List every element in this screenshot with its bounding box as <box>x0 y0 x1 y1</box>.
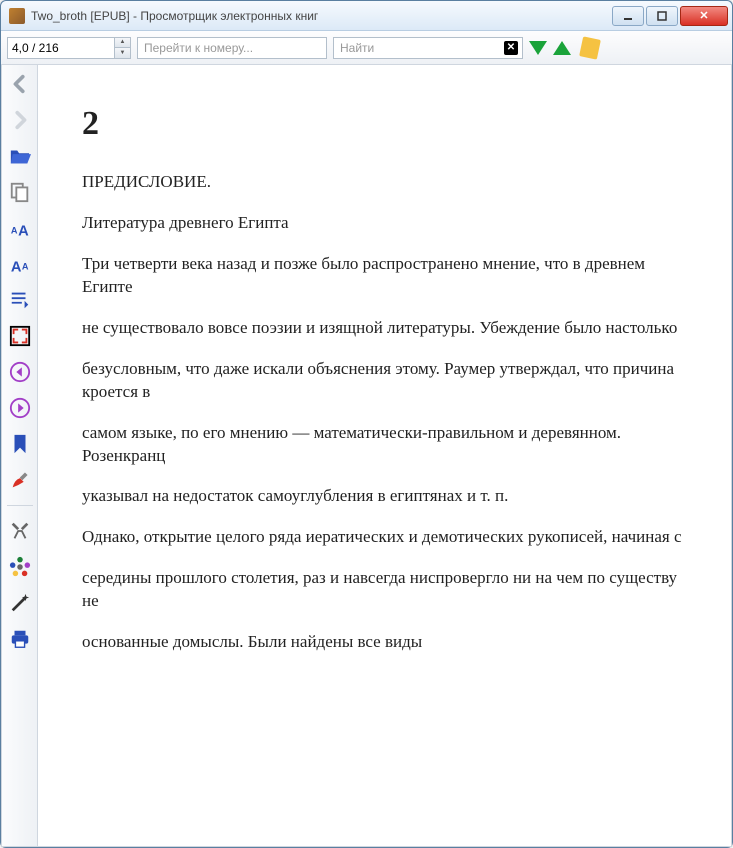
print-button[interactable] <box>7 626 33 652</box>
app-window: Two_broth [EPUB] - Просмотрщик электронн… <box>0 0 733 848</box>
search-prev-icon[interactable] <box>553 41 571 55</box>
svg-text:A: A <box>18 223 29 239</box>
search-next-icon[interactable] <box>529 41 547 55</box>
titlebar[interactable]: Two_broth [EPUB] - Просмотрщик электронн… <box>1 1 732 31</box>
paragraph: Однако, открытие целого ряда иератически… <box>82 526 687 549</box>
page-spin-down[interactable]: ▼ <box>114 48 130 58</box>
paragraph: середины прошлого столетия, раз и навсег… <box>82 567 687 613</box>
fullscreen-button[interactable] <box>7 323 33 349</box>
svg-text:A: A <box>10 226 17 236</box>
open-file-button[interactable] <box>7 143 33 169</box>
plugins-button[interactable] <box>7 554 33 580</box>
back-button[interactable] <box>7 71 33 97</box>
side-toolbar: AA AA <box>2 65 38 846</box>
divider <box>7 505 33 506</box>
flow-mode-button[interactable] <box>7 287 33 313</box>
paragraph: Три четверти века назад и позже было рас… <box>82 253 687 299</box>
top-toolbar: 4,0 / 216 ▲ ▼ Перейти к номеру... Найти … <box>1 31 732 65</box>
page-position-input[interactable]: 4,0 / 216 ▲ ▼ <box>7 37 131 59</box>
bookmark-button[interactable] <box>7 431 33 457</box>
window-title: Two_broth [EPUB] - Просмотрщик электронн… <box>31 9 612 23</box>
close-button[interactable]: ✕ <box>680 6 728 26</box>
font-increase-button[interactable]: AA <box>7 215 33 241</box>
page-content[interactable]: 2 ПРЕДИСЛОВИЕ. Литература древнего Египт… <box>38 65 731 846</box>
next-section-button[interactable] <box>7 395 33 421</box>
tools-button[interactable] <box>7 518 33 544</box>
chapter-number: 2 <box>82 105 687 143</box>
app-icon <box>9 8 25 24</box>
paragraph: Литература древнего Египта <box>82 212 687 235</box>
paragraph: ПРЕДИСЛОВИЕ. <box>82 171 687 194</box>
paragraph: самом языке, по его мнению — математичес… <box>82 422 687 468</box>
goto-input[interactable]: Перейти к номеру... <box>137 37 327 59</box>
paragraph: не существовало вовсе поэзии и изящной л… <box>82 317 687 340</box>
paragraph: указывал на недостаток самоуглубления в … <box>82 485 687 508</box>
clear-search-icon[interactable]: ✕ <box>504 41 518 55</box>
page-spin-up[interactable]: ▲ <box>114 38 130 49</box>
page-position-value: 4,0 / 216 <box>12 41 59 55</box>
maximize-button[interactable] <box>646 6 678 26</box>
prev-section-button[interactable] <box>7 359 33 385</box>
highlight-icon[interactable] <box>579 36 601 59</box>
wand-button[interactable] <box>7 590 33 616</box>
forward-button[interactable] <box>7 107 33 133</box>
paragraph: безусловным, что даже искали объяснения … <box>82 358 687 404</box>
minimize-button[interactable] <box>612 6 644 26</box>
copy-button[interactable] <box>7 179 33 205</box>
paragraph: основанные домыслы. Были найдены все вид… <box>82 631 687 654</box>
goto-placeholder: Перейти к номеру... <box>144 41 253 55</box>
svg-text:A: A <box>10 259 21 275</box>
search-input[interactable]: Найти ✕ <box>333 37 523 59</box>
font-decrease-button[interactable]: AA <box>7 251 33 277</box>
brush-button[interactable] <box>7 467 33 493</box>
svg-text:A: A <box>21 262 28 272</box>
search-placeholder: Найти <box>340 41 374 55</box>
